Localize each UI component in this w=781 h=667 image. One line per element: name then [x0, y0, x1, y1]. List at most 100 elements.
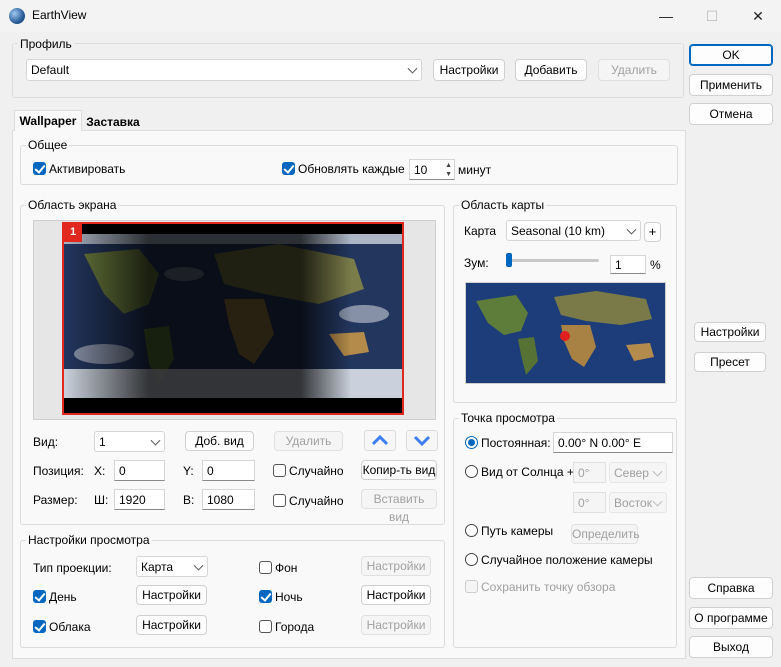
zoom-input[interactable]: 1 [610, 255, 646, 274]
sun-degree2-value: 0° [578, 495, 590, 510]
chevron-down-icon [193, 560, 204, 571]
preset-button[interactable]: Пресет [694, 352, 766, 372]
size-label: Размер: [33, 493, 78, 507]
move-down-button[interactable] [406, 430, 438, 451]
fixed-label: Постоянная: [481, 436, 551, 450]
close-button[interactable]: ✕ [735, 0, 781, 32]
y-value: 0 [207, 463, 214, 478]
random-position-label: Случайно [289, 464, 344, 478]
cities-settings-button[interactable]: Настройки [361, 615, 431, 635]
random-size-checkbox[interactable] [273, 494, 286, 507]
world-map-graphic [466, 283, 665, 383]
from-sun-label: Вид от Солнца + [481, 465, 574, 479]
exit-button[interactable]: Выход [689, 636, 773, 658]
profile-delete-button[interactable]: Удалить [598, 59, 670, 81]
interval-value: 10 [414, 162, 428, 177]
add-map-button[interactable]: + [644, 222, 661, 242]
profile-add-button[interactable]: Добавить [515, 59, 587, 81]
chevron-down-icon [413, 435, 431, 447]
ok-button[interactable]: OK [689, 44, 773, 66]
background-label: Фон [275, 561, 298, 575]
maximize-button[interactable]: ☐ [689, 0, 735, 32]
define-camera-button[interactable]: Определить [571, 524, 640, 544]
zoom-label: Зум: [464, 256, 489, 270]
monitor-frame[interactable]: 1 [62, 222, 404, 415]
y-input[interactable]: 0 [202, 460, 255, 481]
map-select[interactable]: Seasonal (10 km) [506, 220, 641, 241]
view-settings-label: Настройки просмотра [26, 533, 152, 547]
day-checkbox[interactable] [33, 590, 46, 603]
camera-path-radio[interactable] [465, 524, 478, 537]
about-button[interactable]: О программе [689, 607, 773, 629]
sun-direction1-value: Север [614, 465, 649, 480]
fixed-coordinates-value: 0.00° N 0.00° E [558, 435, 641, 450]
clouds-checkbox[interactable] [33, 620, 46, 633]
apply-button[interactable]: Применить [689, 74, 773, 96]
fixed-radio[interactable] [465, 436, 478, 449]
sun-direction2-value: Восток [614, 495, 652, 510]
chevron-down-icon [652, 466, 663, 477]
fixed-coordinates-input[interactable]: 0.00° N 0.00° E [553, 432, 673, 453]
projection-select[interactable]: Карта [136, 556, 208, 577]
sun-degree1-value: 0° [578, 465, 590, 480]
cancel-button[interactable]: Отмена [689, 103, 773, 125]
random-position-checkbox[interactable] [273, 464, 286, 477]
title-bar: EarthView — ☐ ✕ [0, 0, 781, 32]
profile-select[interactable]: Default [26, 59, 422, 81]
camera-path-label: Путь камеры [481, 524, 554, 538]
x-input[interactable]: 0 [114, 460, 165, 481]
activate-checkbox[interactable] [33, 162, 46, 175]
save-viewpoint-label: Сохранить точку обзора [481, 580, 616, 594]
copy-view-button[interactable]: Копир-ть вид [361, 460, 437, 480]
from-sun-radio[interactable] [465, 465, 478, 478]
general-group-label: Общее [26, 138, 70, 152]
profile-group-label: Профиль [18, 37, 74, 51]
window-title: EarthView [32, 8, 87, 22]
cities-checkbox[interactable] [259, 620, 272, 633]
profile-select-value: Default [31, 63, 70, 77]
height-input[interactable]: 1080 [202, 489, 255, 510]
tab-wallpaper[interactable]: Wallpaper [14, 110, 82, 131]
save-viewpoint-checkbox[interactable] [465, 580, 478, 593]
background-settings-button[interactable]: Настройки [361, 556, 431, 576]
chevron-up-icon [371, 434, 389, 446]
map-preview[interactable] [465, 282, 666, 384]
right-settings-button[interactable]: Настройки [694, 322, 766, 342]
update-label: Обновлять каждые [298, 162, 405, 176]
night-label: Ночь [275, 590, 303, 604]
background-checkbox[interactable] [259, 561, 272, 574]
clouds-settings-button[interactable]: Настройки [136, 615, 207, 635]
width-input[interactable]: 1920 [114, 489, 165, 510]
random-camera-radio[interactable] [465, 553, 478, 566]
add-view-button[interactable]: Доб. вид [185, 431, 254, 451]
zoom-value: 1 [615, 257, 622, 272]
zoom-slider-thumb[interactable] [506, 253, 512, 267]
zoom-slider-track[interactable] [506, 259, 599, 262]
help-button[interactable]: Справка [689, 577, 773, 599]
sun-degree2-input[interactable]: 0° [573, 492, 606, 513]
clouds-label: Облака [49, 620, 91, 634]
paste-view-button[interactable]: Вставить вид [361, 489, 437, 524]
view-select-value: 1 [99, 434, 106, 449]
move-up-button[interactable] [364, 430, 396, 451]
update-checkbox[interactable] [282, 162, 295, 175]
day-label: День [49, 590, 77, 604]
width-value: 1920 [119, 492, 146, 507]
profile-settings-button[interactable]: Настройки [433, 59, 505, 81]
night-settings-button[interactable]: Настройки [361, 585, 431, 605]
chevron-down-icon [626, 224, 637, 235]
day-settings-button[interactable]: Настройки [136, 585, 207, 605]
night-checkbox[interactable] [259, 590, 272, 603]
interval-spinbox[interactable]: 10 ▲ ▼ [409, 159, 455, 180]
viewpoint-label: Точка просмотра [459, 411, 557, 425]
delete-view-button[interactable]: Удалить [274, 431, 343, 451]
sun-degree1-input[interactable]: 0° [573, 462, 606, 483]
tab-screensaver[interactable]: Заставка [83, 114, 143, 130]
view-select[interactable]: 1 [94, 431, 165, 452]
spin-arrows-icon[interactable]: ▲ ▼ [445, 161, 452, 179]
sun-direction2-select[interactable]: Восток [609, 492, 667, 513]
projection-label: Тип проекции: [33, 561, 112, 575]
minimize-button[interactable]: — [643, 0, 689, 32]
sun-direction1-select[interactable]: Север [609, 462, 667, 483]
chevron-down-icon [652, 496, 663, 507]
